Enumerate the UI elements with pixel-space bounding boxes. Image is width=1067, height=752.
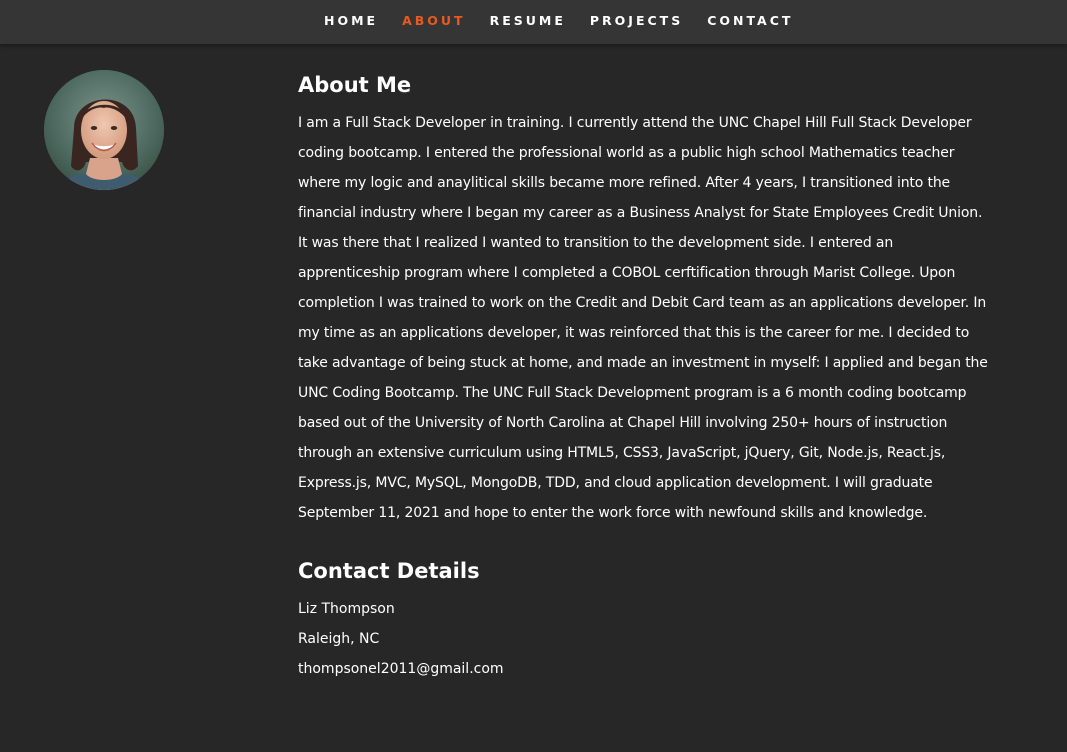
contact-location: Raleigh, NC <box>298 631 380 647</box>
contact-details: Liz Thompson Raleigh, NC thompsonel2011@… <box>298 594 993 684</box>
main-content: About Me I am a Full Stack Developer in … <box>298 68 993 684</box>
about-paragraph: I am a Full Stack Developer in training.… <box>298 115 988 521</box>
contact-name: Liz Thompson <box>298 601 395 617</box>
profile-photo-icon <box>44 70 164 190</box>
top-navigation-bar: HOME ABOUT RESUME PROJECTS CONTACT <box>0 0 1067 44</box>
profile-photo-avatar <box>44 70 164 190</box>
nav-item-contact[interactable]: CONTACT <box>707 13 793 28</box>
contact-email[interactable]: thompsonel2011@gmail.com <box>298 654 993 684</box>
nav-menu: HOME ABOUT RESUME PROJECTS CONTACT <box>312 13 805 28</box>
about-section: About Me I am a Full Stack Developer in … <box>0 44 1067 752</box>
nav-item-projects[interactable]: PROJECTS <box>590 13 683 28</box>
contact-title: Contact Details <box>298 559 480 583</box>
nav-item-about[interactable]: ABOUT <box>402 13 466 28</box>
nav-item-resume[interactable]: RESUME <box>490 13 566 28</box>
nav-item-home[interactable]: HOME <box>324 13 378 28</box>
about-title: About Me <box>298 73 412 97</box>
